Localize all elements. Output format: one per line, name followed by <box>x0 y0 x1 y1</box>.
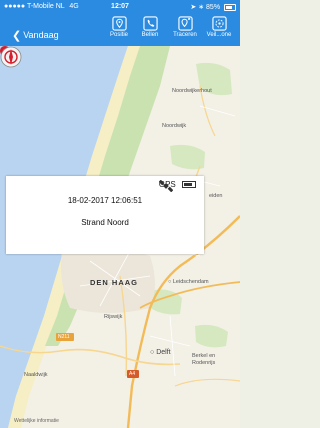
map-label-a4: A4 <box>129 371 136 377</box>
leidschendam-text: Leidschendam <box>172 279 209 285</box>
device-battery-icon <box>182 181 196 189</box>
bellen-button[interactable]: Bellen <box>134 16 166 38</box>
navigation-bar: ❮Vandaag Positie Bellen Traceren Veil.. <box>0 14 240 46</box>
map-label-rijswijk: Rijswijk <box>104 314 123 320</box>
phone-icon <box>142 16 158 31</box>
status-right: ➤ ∗ 85% <box>190 3 236 11</box>
map-label-leiden: eiden <box>209 193 223 199</box>
back-button[interactable]: ❮ Vandaag <box>12 28 59 42</box>
location-arrow-icon: ➤ <box>190 4 197 11</box>
delft-text: Delft <box>156 349 171 356</box>
map-label-naaldwijk: Naaldwijk <box>24 372 48 378</box>
location-popup[interactable]: GPS 18-02-2017 12:06:51 Strand Noord <box>6 176 204 254</box>
battery-percent: 85% <box>206 4 221 11</box>
popup-datetime: 18-02-2017 12:06:51 <box>67 196 143 205</box>
location-pin-icon <box>111 16 127 31</box>
trace-pin-icon <box>177 16 193 31</box>
traceren-label: Traceren <box>173 32 197 38</box>
map-label-noordwijk: Noordwijk <box>162 123 187 129</box>
bellen-label: Bellen <box>141 32 159 38</box>
traceren-button[interactable]: Traceren <box>169 16 201 38</box>
compass-icon[interactable] <box>0 46 22 68</box>
bluetooth-icon: ∗ <box>198 4 205 11</box>
popup-place: Strand Noord <box>81 218 129 227</box>
map-label-noordwijkerhout: Noordwijkerhout <box>172 88 212 94</box>
safezone-icon <box>211 16 227 31</box>
battery-icon <box>224 3 236 11</box>
gps-status-row: GPS <box>158 180 196 192</box>
safezone-button[interactable]: Veil...one <box>203 16 235 38</box>
map-label-berkel: Berkel en Rodenrijs <box>192 353 216 366</box>
map-label-den-haag: DEN HAAG <box>90 278 139 287</box>
safezone-label: Veil...one <box>206 32 232 38</box>
map-label-delft: ○ Delft <box>150 349 171 356</box>
positie-button[interactable]: Positie <box>103 16 135 38</box>
positie-label: Positie <box>109 32 128 38</box>
chevron-left-icon: ❮ <box>12 30 22 42</box>
map-view[interactable]: Noordwijkerhout Noordwijk eiden DEN HAAG… <box>0 46 240 428</box>
legal-link[interactable]: Wettelijke informatie <box>14 418 59 424</box>
status-bar: ●●●●● T-Mobile NL 4G 12:07 ➤ ∗ 85% <box>0 0 240 14</box>
map-label-n211: N211 <box>58 334 70 340</box>
map-label-leidschendam: ○ Leidschendam <box>168 279 209 285</box>
satellite-icon <box>158 180 173 192</box>
back-label: Vandaag <box>23 30 59 40</box>
